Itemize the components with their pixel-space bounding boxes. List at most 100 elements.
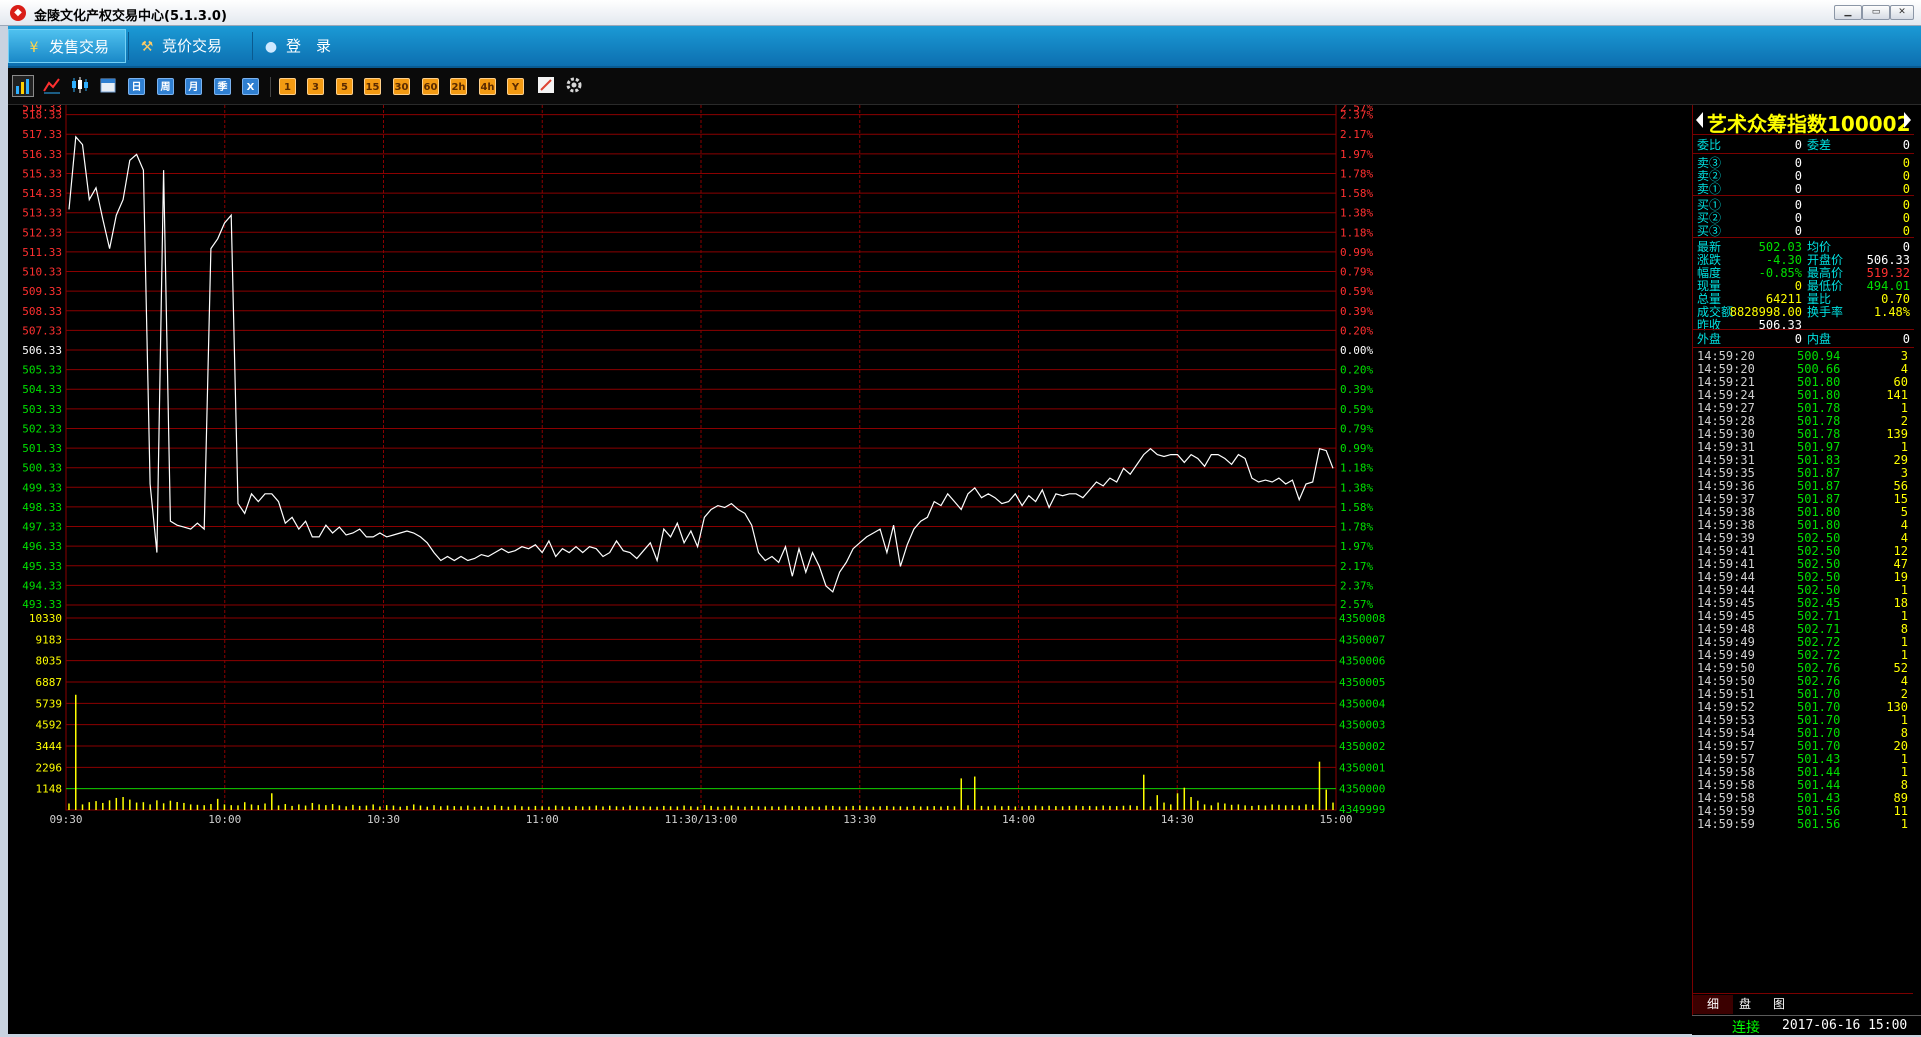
next-index-icon[interactable] bbox=[1904, 112, 1911, 128]
draw-pen-icon bbox=[538, 77, 554, 93]
tab-login[interactable]: ● 登 录 bbox=[262, 29, 362, 63]
price-axis-label: 503.33 bbox=[22, 403, 62, 416]
outer-label: 外盘 bbox=[1697, 332, 1722, 346]
intraday-chart[interactable]: 519.33 2.57%518.33 2.37%517.33 2.17%516.33 1… bbox=[8, 105, 1692, 1034]
tab-chart[interactable]: 图 bbox=[1759, 995, 1799, 1014]
volume-right-axis-label: 4350008 bbox=[1339, 612, 1385, 625]
price-axis-label: 495.33 bbox=[22, 560, 62, 573]
period-month-button[interactable]: 月 bbox=[185, 78, 202, 95]
time-axis-label: 10:30 bbox=[367, 813, 400, 826]
period-year-button[interactable]: Y bbox=[507, 78, 524, 95]
period-4h-button[interactable]: 4h bbox=[479, 78, 496, 95]
price-axis-label: 510.33 bbox=[22, 266, 62, 279]
period-label: 季 bbox=[217, 82, 228, 93]
minimize-button[interactable]: ▁ bbox=[1834, 5, 1862, 20]
period-x-button[interactable]: X bbox=[242, 78, 259, 95]
volume-right-axis-label: 4349999 bbox=[1339, 803, 1385, 816]
price-axis-label: 494.33 bbox=[22, 579, 62, 592]
title-bar: ◆ 金陵文化产权交易中心(5.1.3.0) ▁ ▭ ✕ bbox=[0, 0, 1921, 26]
period-5min-button[interactable]: 5 bbox=[336, 78, 353, 95]
diff-value: 0 bbox=[1902, 138, 1910, 152]
close-button[interactable]: ✕ bbox=[1890, 5, 1914, 20]
period-quarter-button[interactable]: 季 bbox=[214, 78, 231, 95]
period-3min-button[interactable]: 3 bbox=[307, 78, 324, 95]
price-axis-label: 497.33 bbox=[22, 521, 62, 534]
price-axis-label: 518.33 bbox=[22, 109, 62, 122]
tab-sale-trading[interactable]: ¥ 发售交易 bbox=[8, 29, 126, 63]
percent-axis-label: 2.17% bbox=[1340, 560, 1373, 573]
period-label: Y bbox=[511, 82, 520, 93]
panel-divider bbox=[1693, 195, 1914, 196]
line-chart-button[interactable] bbox=[42, 75, 64, 97]
status-datetime: 2017-06-16 15:00 bbox=[1782, 1018, 1908, 1033]
percent-axis-label: 2.37% bbox=[1340, 579, 1373, 592]
tick-qty: 1 bbox=[1900, 817, 1908, 831]
nav-bar: ¥ 发售交易 ⚒ 竞价交易 ● 登 录 bbox=[8, 26, 1921, 68]
time-axis-label: 11:00 bbox=[526, 813, 559, 826]
prev-index-icon[interactable] bbox=[1696, 112, 1703, 128]
price-axis-label: 498.33 bbox=[22, 501, 62, 514]
period-2h-button[interactable]: 2h bbox=[450, 78, 467, 95]
percent-axis-label: 0.59% bbox=[1340, 285, 1373, 298]
tab-auction-trading[interactable]: ⚒ 竞价交易 bbox=[138, 29, 248, 63]
time-axis-label: 11:30/13:00 bbox=[665, 813, 738, 826]
connection-status: 连接 bbox=[1732, 1020, 1760, 1036]
tab-label: 细 bbox=[1706, 997, 1719, 1011]
period-30min-button[interactable]: 30 bbox=[393, 78, 410, 95]
calendar-button[interactable] bbox=[98, 75, 120, 97]
percent-axis-label: 1.18% bbox=[1340, 226, 1373, 239]
period-week-button[interactable]: 周 bbox=[157, 78, 174, 95]
percent-axis-label: 2.37% bbox=[1340, 109, 1373, 122]
nav-divider bbox=[252, 32, 253, 60]
percent-axis-label: 0.59% bbox=[1340, 403, 1373, 416]
period-day-button[interactable]: 日 bbox=[128, 78, 145, 95]
percent-axis-label: 1.38% bbox=[1340, 207, 1373, 220]
maximize-icon: ▭ bbox=[1871, 7, 1881, 17]
period-60min-button[interactable]: 60 bbox=[422, 78, 439, 95]
volume-right-axis-label: 4350002 bbox=[1339, 740, 1385, 753]
period-label: 5 bbox=[341, 82, 348, 93]
time-axis-label: 13:30 bbox=[843, 813, 876, 826]
chart-area: 519.33 2.57% 518.33 2.37% 517.33 2.17% 516.33 1… bbox=[8, 105, 1921, 1034]
volume-right-axis-label: 4350005 bbox=[1339, 676, 1385, 689]
period-1min-button[interactable]: 1 bbox=[279, 78, 296, 95]
percent-axis-label: 1.18% bbox=[1340, 462, 1373, 475]
percent-axis-label: 0.79% bbox=[1340, 422, 1373, 435]
price-axis-label: 517.33 bbox=[22, 128, 62, 141]
price-axis-label: 493.33 bbox=[22, 598, 62, 611]
bar-chart-icon bbox=[16, 79, 29, 94]
tab-label: 图 bbox=[1772, 997, 1785, 1011]
bar-chart-button[interactable] bbox=[12, 75, 34, 97]
price-axis-label: 511.33 bbox=[22, 246, 62, 259]
percent-axis-label: 1.58% bbox=[1340, 501, 1373, 514]
percent-axis-label: 0.20% bbox=[1340, 324, 1373, 337]
gear-icon bbox=[566, 77, 582, 93]
time-axis-label: 14:30 bbox=[1161, 813, 1194, 826]
period-15min-button[interactable]: 15 bbox=[364, 78, 381, 95]
user-icon: ● bbox=[264, 39, 278, 55]
maximize-button[interactable]: ▭ bbox=[1862, 5, 1890, 20]
volume-right-axis-label: 4350004 bbox=[1339, 697, 1386, 710]
time-axis-label: 10:00 bbox=[208, 813, 241, 826]
panel-divider bbox=[1693, 237, 1914, 238]
tab-label: 竞价交易 bbox=[162, 37, 223, 55]
period-label: X bbox=[246, 82, 255, 93]
settings-button[interactable] bbox=[564, 75, 586, 97]
volume-axis-label: 9183 bbox=[36, 633, 63, 646]
percent-axis-label: 0.99% bbox=[1340, 442, 1373, 455]
line-chart-icon bbox=[43, 78, 60, 94]
tick-time: 14:59:59 bbox=[1697, 817, 1755, 831]
candlestick-button[interactable] bbox=[70, 75, 92, 97]
panel-divider bbox=[1693, 153, 1914, 154]
panel-divider bbox=[1693, 329, 1914, 330]
price-axis-label: 507.33 bbox=[22, 324, 62, 337]
app-logo: ◆ bbox=[10, 5, 26, 21]
volume-axis-label: 4592 bbox=[36, 719, 63, 732]
ratio-value: 0 bbox=[1794, 138, 1802, 152]
tick-price: 501.56 bbox=[1797, 817, 1841, 831]
period-label: 1 bbox=[284, 82, 291, 93]
draw-tool-button[interactable] bbox=[536, 75, 558, 97]
period-label: 60 bbox=[423, 82, 438, 93]
percent-axis-label: 0.39% bbox=[1340, 383, 1373, 396]
price-axis-label: 501.33 bbox=[22, 442, 62, 455]
